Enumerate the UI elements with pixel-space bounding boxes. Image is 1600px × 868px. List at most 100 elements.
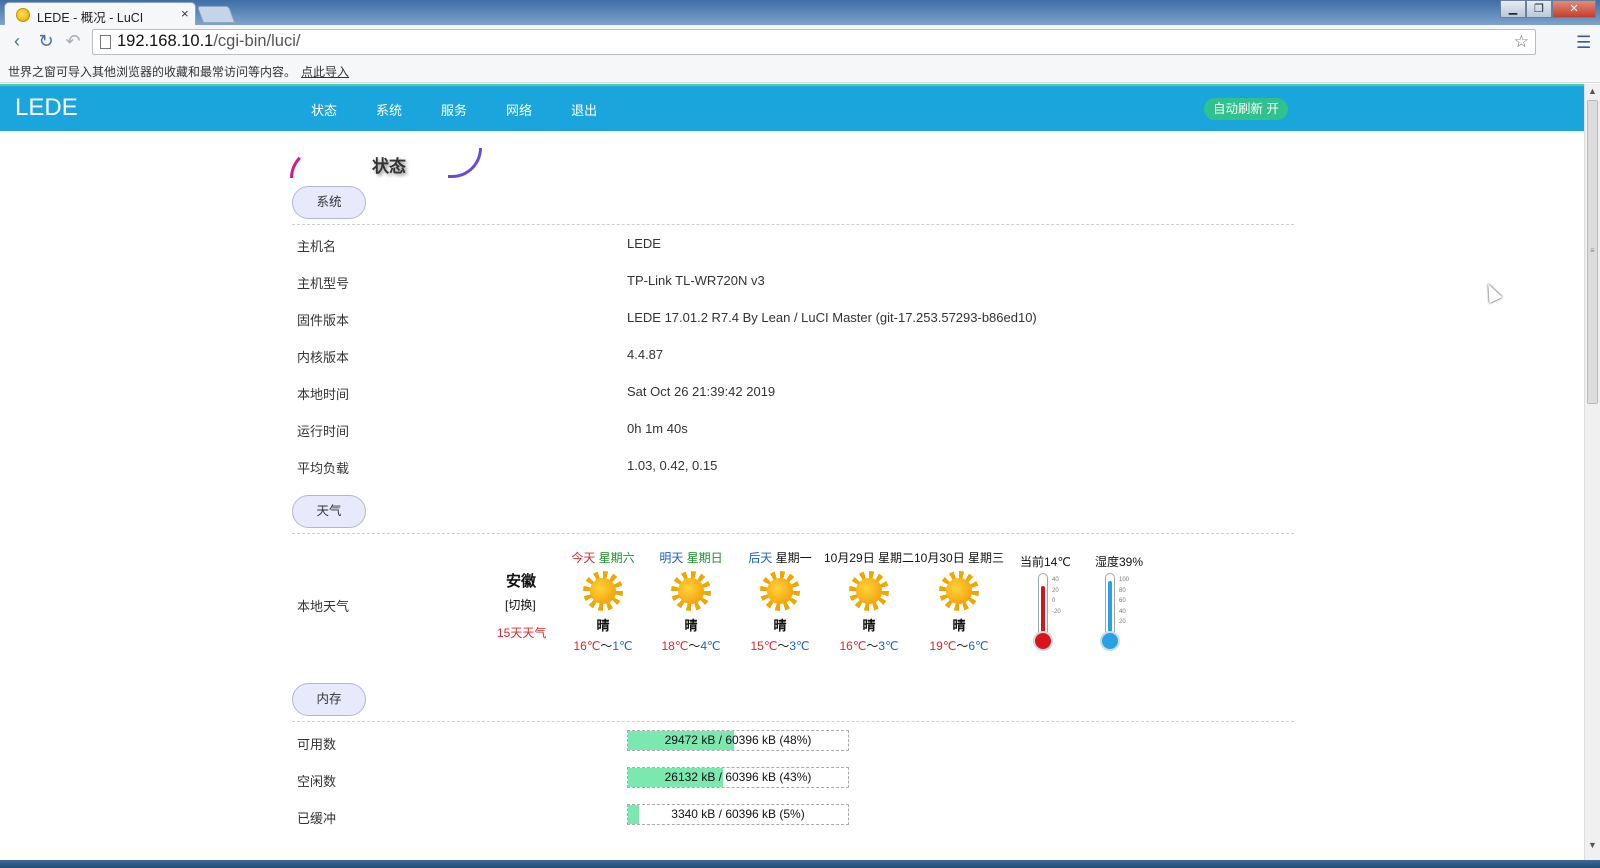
forecast-day: 10月29日 星期二 晴 16℃～3℃ <box>824 549 914 654</box>
hygrometer-icon: 100 80 60 40 20 <box>1098 573 1129 653</box>
vertical-scrollbar[interactable]: ▲ ≡ ▼ <box>1584 84 1600 860</box>
luci-header: LEDE 状态 系统 服务 网络 退出 自动刷新 开 <box>0 84 1584 131</box>
scroll-down-icon[interactable]: ▼ <box>1585 840 1600 850</box>
scroll-up-icon[interactable]: ▲ <box>1585 86 1600 96</box>
day-weekday: 星期二 <box>878 551 915 565</box>
loadavg-label: 平均负载 <box>297 461 350 476</box>
scale-tick: 20 <box>1052 587 1059 594</box>
address-bar[interactable]: 192.168.10.1/cgi-bin/luci/ ☆ <box>92 29 1536 55</box>
current-temp-label: 当前14℃ <box>1020 555 1071 569</box>
browser-tabbar: LEDE - 概况 - LuCI × ▁ ❐ ✕ <box>0 0 1600 26</box>
nav-item-logout[interactable]: 退出 <box>571 100 597 119</box>
hygrometer-bulb <box>1100 631 1120 651</box>
back-icon[interactable]: ‹ <box>6 30 28 52</box>
section-divider <box>292 721 1294 722</box>
day-high: 16℃ <box>573 639 601 653</box>
nav-item-network[interactable]: 网络 <box>506 100 532 119</box>
brand-logo[interactable]: LEDE <box>15 94 78 122</box>
url-text[interactable]: 192.168.10.1/cgi-bin/luci/ <box>117 32 300 51</box>
os-taskbar <box>0 860 1600 868</box>
scale-tick: 20 <box>1119 619 1126 625</box>
day-temp-sep: ～ <box>777 639 790 653</box>
reload-icon[interactable]: ↻ <box>35 30 57 52</box>
page-title: 状态 <box>372 157 406 176</box>
day-low: 3℃ <box>878 639 899 653</box>
progress-text: 3340 kB / 60396 kB (5%) <box>671 807 805 821</box>
day-weekday: 星期一 <box>775 551 812 565</box>
uptime-label: 运行时间 <box>297 424 350 439</box>
firmware-value: LEDE 17.01.2 R7.4 By Lean / LuCI Master … <box>627 310 1037 325</box>
sunny-icon <box>849 571 889 611</box>
mem-free-label: 空闲数 <box>297 774 337 789</box>
import-link[interactable]: 点此导入 <box>301 63 349 80</box>
model-value: TP-Link TL-WR720N v3 <box>627 273 765 288</box>
scale-tick: 0 <box>1052 598 1056 604</box>
mem-buffered-bar: 3340 kB / 60396 kB (5%) <box>627 804 849 825</box>
browser-menu-icon[interactable]: ☰ <box>1576 33 1591 53</box>
mem-buffered-label: 已缓冲 <box>297 811 337 826</box>
new-tab-button[interactable] <box>196 6 236 23</box>
bookmark-star-icon[interactable]: ☆ <box>1514 32 1529 52</box>
bookmark-bar: 世界之窗可导入其他浏览器的收藏和最常访问等内容。 点此导入 <box>0 58 1600 83</box>
progress-text: 26132 kB / 60396 kB (43%) <box>664 770 812 784</box>
nav-item-system[interactable]: 系统 <box>376 100 402 119</box>
scale-tick: 60 <box>1119 598 1126 604</box>
day-temp-sep: ～ <box>600 639 613 653</box>
nav-item-services[interactable]: 服务 <box>441 100 467 119</box>
weather-switch-link[interactable]: [切换] <box>505 596 536 613</box>
day-date: 10月30日 <box>914 551 965 565</box>
day-condition: 晴 <box>952 618 966 633</box>
sunny-icon <box>760 571 800 611</box>
sunny-icon <box>583 571 623 611</box>
browser-tab-active[interactable]: LEDE - 概况 - LuCI × <box>4 2 196 26</box>
day-high: 15℃ <box>750 639 778 653</box>
day-weekday: 星期三 <box>968 551 1005 565</box>
scroll-thumb[interactable]: ≡ <box>1587 100 1598 404</box>
nav-item-status[interactable]: 状态 <box>311 100 337 119</box>
localtime-label: 本地时间 <box>297 387 350 402</box>
import-notice: 世界之窗可导入其他浏览器的收藏和最常访问等内容。 <box>8 65 297 79</box>
day-weekday: 星期日 <box>686 551 723 565</box>
title-arc-left <box>290 148 324 178</box>
day-high: 18℃ <box>661 639 689 653</box>
loadavg-value: 1.03, 0.42, 0.15 <box>627 458 718 473</box>
mem-available-bar: 29472 kB / 60396 kB (48%) <box>627 730 849 751</box>
url-host: 192.168.10.1 <box>117 32 214 50</box>
hostname-value: LEDE <box>627 236 661 251</box>
sunny-icon <box>939 571 979 611</box>
weather-label: 本地天气 <box>297 599 350 614</box>
section-memory: 内存 <box>292 683 366 716</box>
weather-15day-link[interactable]: 15天天气 <box>497 624 546 641</box>
window-controls: ▁ ❐ ✕ <box>1500 0 1596 18</box>
close-window-button[interactable]: ✕ <box>1552 0 1596 18</box>
title-arc-right <box>448 148 482 178</box>
undo-icon[interactable]: ↶ <box>62 30 84 52</box>
minimize-button[interactable]: ▁ <box>1500 0 1526 18</box>
mem-free-bar: 26132 kB / 60396 kB (43%) <box>627 767 849 788</box>
scale-tick: 40 <box>1119 608 1126 615</box>
hygrometer-fill <box>1108 581 1112 638</box>
page-icon <box>100 35 111 49</box>
day-condition: 晴 <box>684 618 698 633</box>
day-relative: 后天 <box>748 551 773 565</box>
day-low: 1℃ <box>612 639 633 653</box>
model-label: 主机型号 <box>297 276 350 291</box>
day-condition: 晴 <box>773 618 787 633</box>
day-relative: 明天 <box>659 551 684 565</box>
kernel-label: 内核版本 <box>297 350 350 365</box>
tab-title: LEDE - 概况 - LuCI <box>37 11 144 25</box>
forecast-day: 后天 星期一 晴 15℃～3℃ <box>735 549 825 654</box>
forecast-day: 今天 星期六 晴 16℃～1℃ <box>558 549 648 654</box>
thermometer-bulb <box>1033 631 1053 651</box>
day-date: 10月29日 <box>824 551 875 565</box>
scale-tick: 100 <box>1119 577 1130 583</box>
restore-button[interactable]: ❐ <box>1526 0 1552 18</box>
section-divider <box>292 224 1294 225</box>
weather-province: 安徽 <box>506 573 537 590</box>
tab-close-icon[interactable]: × <box>181 6 189 21</box>
hygrometer-scale: 100 80 60 40 20 <box>1119 575 1129 628</box>
thermometer-icon: 40 20 0 -20 <box>1031 573 1061 653</box>
day-low: 6℃ <box>968 639 989 653</box>
day-temp-sep: ～ <box>688 639 701 653</box>
autorefresh-toggle[interactable]: 自动刷新 开 <box>1204 98 1288 120</box>
